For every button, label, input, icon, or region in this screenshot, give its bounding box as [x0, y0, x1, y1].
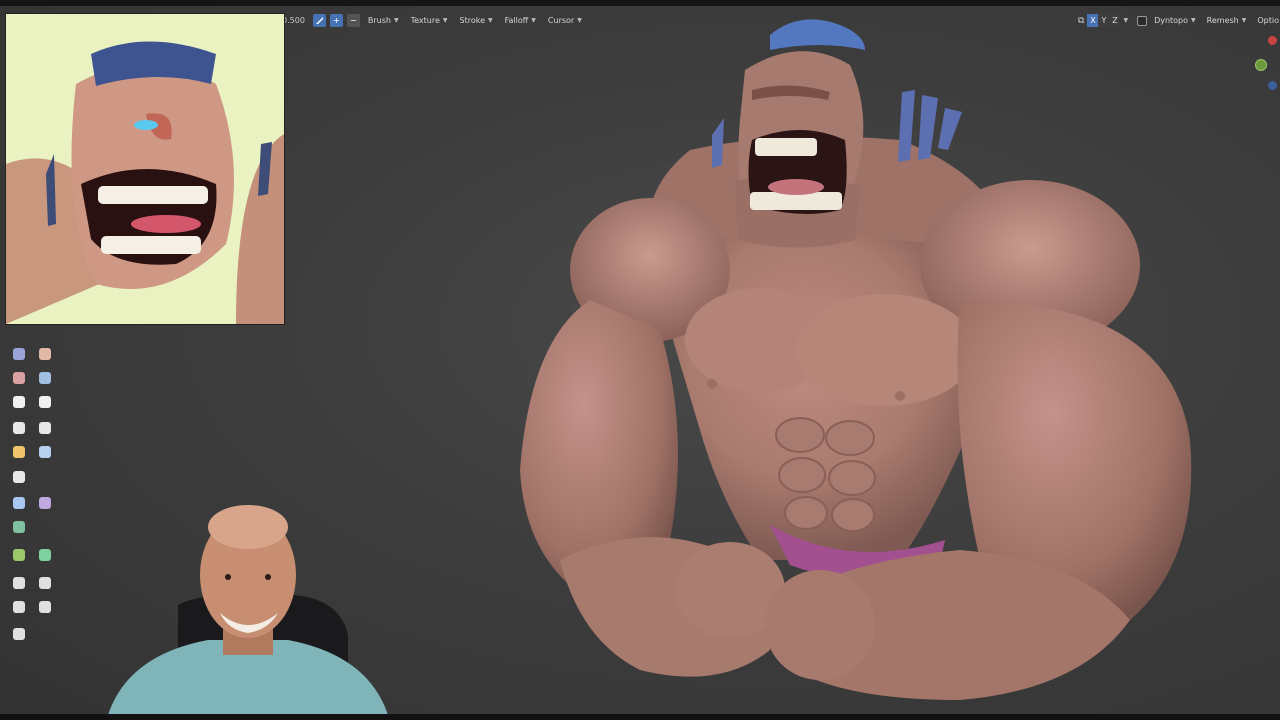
sculpt-header-right: ⧉ X Y Z ▼ Dyntopo ▼ Remesh ▼ Optio: [1078, 12, 1279, 29]
gizmo-z-axis[interactable]: [1268, 36, 1277, 45]
tool-mask-by-color[interactable]: [35, 545, 55, 565]
menu-dyntopo-label: Dyntopo: [1154, 16, 1189, 25]
chevron-down-icon: ▼: [442, 17, 448, 24]
pen-pressure-icon: [315, 17, 323, 24]
chevron-down-icon: ▼: [1241, 17, 1247, 24]
menu-remesh[interactable]: Remesh ▼: [1203, 13, 1251, 28]
navigation-gizmo[interactable]: [1246, 30, 1280, 100]
menu-falloff[interactable]: Falloff ▼: [501, 13, 540, 28]
chevron-down-icon: ▼: [488, 17, 493, 24]
move-icon: [13, 577, 25, 589]
crease-icon: [13, 372, 25, 384]
mask-icon: [39, 396, 51, 408]
tool-smooth[interactable]: [35, 368, 55, 388]
clay-strips-icon: [13, 348, 25, 360]
tool-transform[interactable]: [35, 597, 55, 617]
color-filter-icon: [13, 521, 25, 533]
tool-box-face-set[interactable]: [9, 442, 29, 462]
reference-image: [5, 13, 285, 325]
pinch-icon: [13, 396, 25, 408]
tool-annotate[interactable]: [9, 624, 29, 644]
tool-edit-face-set[interactable]: [9, 545, 29, 565]
menu-options-label: Optio: [1257, 16, 1279, 25]
tool-box-mask[interactable]: [9, 418, 29, 438]
line-project-icon: [13, 471, 25, 483]
chevron-down-icon: ▼: [394, 17, 399, 24]
menu-cursor[interactable]: Cursor ▼: [544, 13, 586, 28]
dyntopo-checkbox[interactable]: [1137, 15, 1148, 26]
menu-brush-label: Brush: [367, 16, 391, 25]
sculpt-header-toolbar: 0.500 + − Brush ▼ Texture ▼ Stroke ▼ Fallof…: [282, 12, 586, 29]
symmetry-z-toggle[interactable]: Z: [1109, 14, 1121, 27]
tool-rotate[interactable]: [35, 573, 55, 593]
gizmo-y-axis[interactable]: [1255, 59, 1267, 71]
menu-brush[interactable]: Brush ▼: [364, 13, 403, 28]
menu-texture-label: Texture: [410, 16, 440, 25]
menu-dyntopo[interactable]: Dyntopo ▼: [1150, 13, 1200, 28]
menu-texture[interactable]: Texture ▼: [407, 13, 452, 28]
tool-shelf: [6, 328, 60, 648]
trim-icon: [39, 446, 51, 458]
symmetry-x-toggle[interactable]: X: [1087, 14, 1099, 27]
menu-stroke[interactable]: Stroke ▼: [456, 13, 497, 28]
tool-face-set[interactable]: [35, 418, 55, 438]
tool-line-project[interactable]: [9, 467, 29, 487]
box-mask-icon: [13, 422, 25, 434]
strength-field[interactable]: 0.500: [282, 16, 309, 25]
menu-cursor-label: Cursor: [547, 16, 575, 25]
mesh-filter-icon: [13, 497, 25, 509]
gizmo-x-axis[interactable]: [1268, 81, 1277, 90]
tool-move[interactable]: [9, 573, 29, 593]
menu-falloff-label: Falloff: [504, 16, 529, 25]
rotate-icon: [39, 577, 51, 589]
symmetry-icon: ⧉: [1078, 15, 1085, 26]
chevron-down-icon: ▼: [577, 17, 582, 24]
tool-clay-strips[interactable]: [9, 344, 29, 364]
direction-add-button[interactable]: +: [329, 14, 343, 27]
tool-mask[interactable]: [35, 392, 55, 412]
menu-stroke-label: Stroke: [459, 16, 486, 25]
reference-character-art: [6, 14, 284, 324]
window-bottom-edge: [0, 714, 1280, 720]
cloth-filter-icon: [39, 497, 51, 509]
pressure-toggle[interactable]: [312, 14, 326, 27]
tool-mesh-filter[interactable]: [9, 493, 29, 513]
tool-color-filter[interactable]: [9, 517, 29, 537]
box-face-set-icon: [13, 446, 25, 458]
transform-icon: [39, 601, 51, 613]
tool-cloth-filter[interactable]: [35, 493, 55, 513]
tool-trim[interactable]: [35, 442, 55, 462]
face-set-icon: [39, 422, 51, 434]
chevron-down-icon: ▼: [531, 17, 536, 24]
edit-face-set-icon: [13, 549, 25, 561]
menu-options[interactable]: Optio: [1253, 13, 1279, 28]
presenter-webcam: [108, 505, 388, 715]
menu-remesh-label: Remesh: [1206, 16, 1239, 25]
tool-pinch[interactable]: [9, 392, 29, 412]
3d-viewport[interactable]: 0.500 + − Brush ▼ Texture ▼ Stroke ▼ Fallof…: [0, 0, 1280, 720]
symmetry-y-toggle[interactable]: Y: [1098, 14, 1110, 27]
chevron-down-icon: ▼: [1191, 17, 1196, 24]
webcam-overlay: [108, 495, 388, 715]
window-top-edge: [0, 0, 1280, 6]
inflate-icon: [39, 348, 51, 360]
scale-icon: [13, 601, 25, 613]
direction-subtract-button[interactable]: −: [346, 14, 360, 27]
tool-crease[interactable]: [9, 368, 29, 388]
annotate-icon: [13, 628, 25, 640]
smooth-icon: [39, 372, 51, 384]
mask-by-color-icon: [39, 549, 51, 561]
tool-inflate[interactable]: [35, 344, 55, 364]
tool-scale[interactable]: [9, 597, 29, 617]
chevron-down-icon[interactable]: ▼: [1123, 17, 1128, 24]
